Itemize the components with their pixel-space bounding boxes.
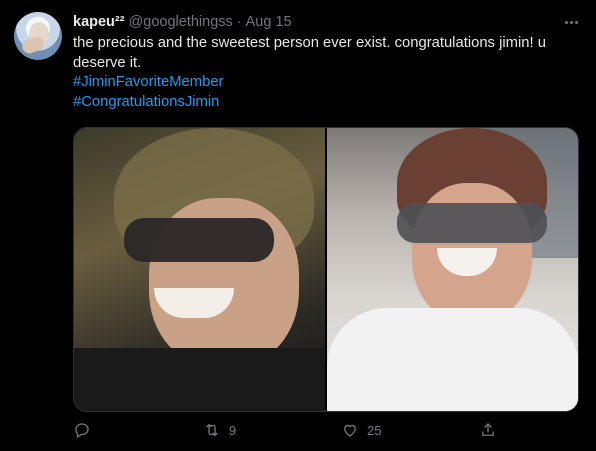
reply-button[interactable] [73, 421, 99, 439]
retweet-count: 9 [229, 422, 237, 438]
retweet-icon [206, 423, 218, 437]
hashtag-link[interactable]: #JiminFavoriteMember [73, 73, 578, 93]
share-button[interactable] [479, 421, 505, 439]
user-handle[interactable]: @googlethingss [129, 14, 233, 30]
tweet-text: the precious and the sweetest person eve… [73, 34, 578, 112]
tweet[interactable]: kapeu²² @googlethingss · Aug 15 the prec… [0, 0, 596, 451]
more-horizontal-icon[interactable] [560, 12, 582, 32]
separator-dot: · [236, 14, 242, 30]
media-grid[interactable] [73, 127, 579, 412]
share-icon [482, 423, 494, 436]
avatar[interactable] [14, 12, 62, 60]
avatar-hand [20, 34, 46, 56]
like-count: 25 [367, 422, 382, 438]
photo-right[interactable] [327, 128, 578, 411]
photo-left[interactable] [74, 128, 325, 411]
tweet-header: kapeu²² @googlethingss · Aug 15 [73, 12, 292, 32]
display-name[interactable]: kapeu²² [73, 14, 125, 30]
like-button[interactable]: 25 [341, 421, 381, 439]
tweet-date[interactable]: Aug 15 [246, 14, 292, 30]
retweet-button[interactable]: 9 [203, 421, 236, 439]
reply-icon [75, 423, 89, 438]
action-bar: 9 25 [73, 421, 579, 443]
tweet-body: the precious and the sweetest person eve… [73, 35, 546, 71]
hashtag-link[interactable]: #CongratulationsJimin [73, 93, 578, 113]
heart-icon [344, 424, 356, 437]
